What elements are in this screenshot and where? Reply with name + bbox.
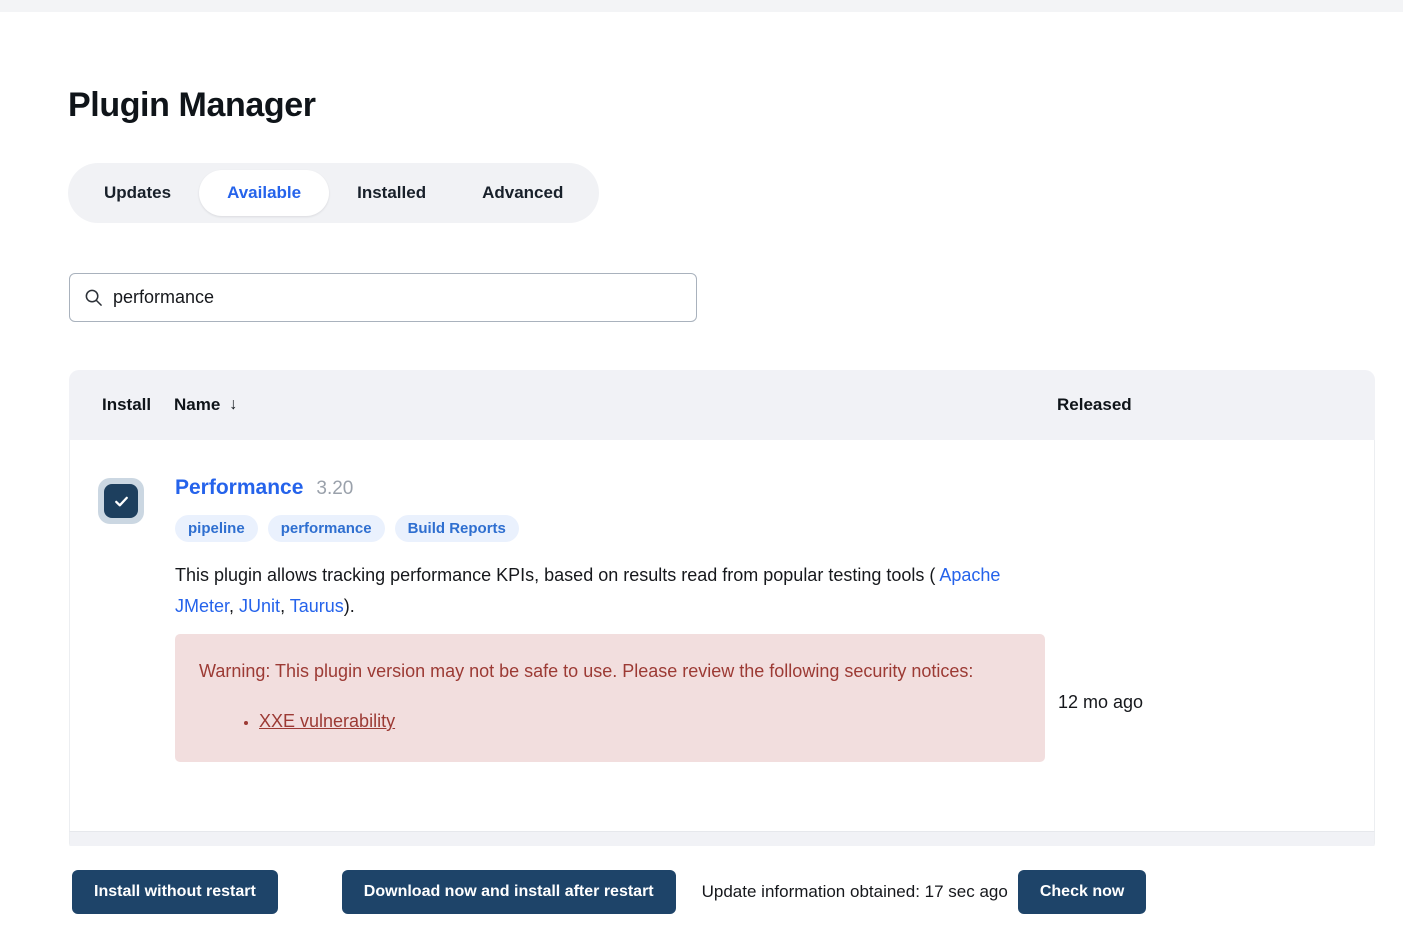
cell-released: 12 mo ago [1058, 692, 1144, 712]
plugin-manager-page: Plugin Manager Updates Available Install… [0, 0, 1403, 932]
update-status-text: Update information obtained: 17 sec ago [701, 882, 1008, 901]
install-checkbox[interactable] [98, 478, 144, 524]
sort-descending-icon: ↓ [229, 396, 238, 413]
page-title: Plugin Manager [68, 85, 316, 124]
check-icon [114, 496, 128, 506]
tab-updates[interactable]: Updates [76, 170, 199, 216]
install-without-restart-button[interactable]: Install without restart [72, 870, 278, 914]
description-separator-2: , [280, 595, 290, 616]
tag-performance[interactable]: performance [267, 515, 385, 542]
column-header-name-label: Name [174, 395, 221, 414]
plugin-description: This plugin allows tracking performance … [175, 560, 1035, 622]
description-text-lead: This plugin allows tracking performance … [175, 565, 940, 585]
cell-install [70, 440, 175, 831]
tab-available[interactable]: Available [199, 170, 330, 216]
link-junit[interactable]: JUnit [239, 596, 280, 616]
check-now-button[interactable]: Check now [1017, 870, 1147, 914]
security-notice-list: XXE vulnerability [199, 711, 1021, 732]
plugin-tag-list: pipeline performance Build Reports [175, 515, 1035, 542]
security-warning-text: Warning: This plugin version may not be … [199, 660, 974, 681]
download-and-install-after-restart-button[interactable]: Download now and install after restart [341, 870, 676, 914]
security-notice-link[interactable]: XXE vulnerability [259, 711, 395, 731]
column-header-name[interactable]: Name ↓ [174, 395, 237, 415]
tab-advanced[interactable]: Advanced [454, 170, 591, 216]
table-row-peek [69, 832, 1375, 846]
list-item: XXE vulnerability [259, 711, 1021, 732]
top-strip [0, 0, 1403, 12]
checkbox-box [104, 484, 138, 518]
search-input[interactable] [113, 287, 682, 308]
action-footer: Install without restart Download now and… [0, 852, 1403, 932]
tab-bar: Updates Available Installed Advanced [68, 163, 600, 223]
tag-build-reports[interactable]: Build Reports [394, 515, 519, 542]
column-header-install: Install [102, 395, 152, 414]
description-text-tail: ). [343, 595, 355, 616]
tab-installed[interactable]: Installed [329, 170, 454, 216]
cell-name: Performance 3.20 pipeline performance Bu… [175, 440, 1055, 831]
table-header-row: Install Name ↓ Released [69, 370, 1375, 440]
column-header-released[interactable]: Released [1057, 395, 1132, 415]
plugin-table: Install Name ↓ Released Performance 3.20… [69, 370, 1375, 852]
search-icon [84, 288, 103, 307]
table-row: Performance 3.20 pipeline performance Bu… [69, 440, 1375, 832]
plugin-title-line: Performance 3.20 [175, 476, 1035, 500]
search-box[interactable] [69, 273, 697, 322]
plugin-version: 3.20 [316, 478, 354, 499]
security-warning-box: Warning: This plugin version may not be … [175, 633, 1045, 762]
plugin-name-link[interactable]: Performance [175, 476, 303, 500]
tag-pipeline[interactable]: pipeline [175, 515, 258, 542]
link-taurus[interactable]: Taurus [290, 596, 344, 616]
description-separator-1: , [229, 595, 240, 616]
